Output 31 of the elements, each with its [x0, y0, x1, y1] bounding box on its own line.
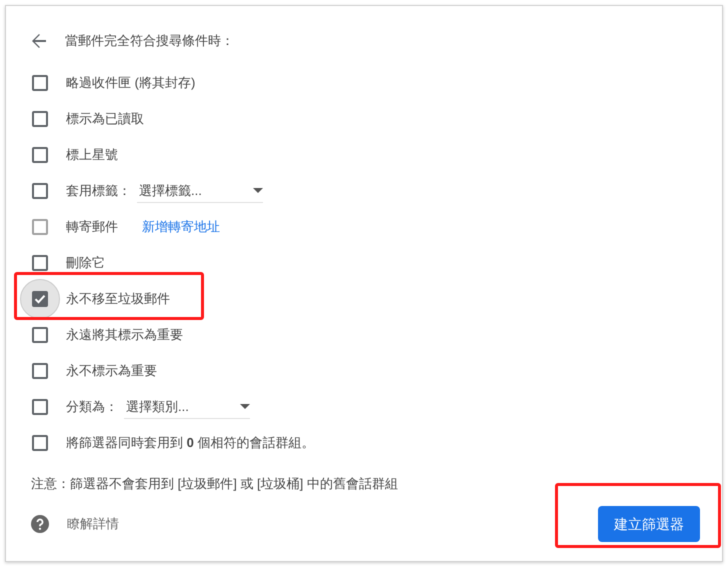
checkbox[interactable]	[32, 327, 48, 343]
option-label: 轉寄郵件	[66, 218, 118, 236]
option-label: 永不標示為重要	[66, 362, 157, 380]
option-label: 永不移至垃圾郵件	[66, 290, 170, 308]
checkbox[interactable]	[32, 147, 48, 163]
learn-more-link[interactable]: 瞭解詳情	[67, 514, 119, 534]
create-filter-button[interactable]: 建立篩選器	[598, 506, 700, 542]
checkbox[interactable]	[32, 291, 48, 307]
caret-icon	[240, 404, 250, 409]
checkbox[interactable]	[32, 363, 48, 379]
option-label: 套用標籤：	[66, 182, 131, 200]
caret-icon	[253, 188, 263, 193]
checkbox[interactable]	[32, 435, 48, 451]
option-label: 標上星號	[66, 146, 118, 164]
help-icon[interactable]	[31, 515, 49, 533]
option-label: 標示為已讀取	[66, 110, 144, 128]
checkbox[interactable]	[32, 399, 48, 415]
option-label: 將篩選器同時套用到 0 個相符的會話群組。	[66, 434, 314, 452]
header-title: 當郵件完全符合搜尋條件時：	[65, 32, 234, 50]
checkbox[interactable]	[32, 255, 48, 271]
note-text: 注意：篩選器不會套用到 [垃圾郵件] 或 [垃圾桶] 中的舊會話群組	[30, 475, 399, 493]
option-label: 刪除它	[66, 254, 105, 272]
checkbox[interactable]	[32, 111, 48, 127]
back-icon[interactable]	[31, 33, 47, 49]
checkbox[interactable]	[32, 183, 48, 199]
dropdown-field[interactable]: 選擇標籤...	[137, 179, 263, 203]
checkbox[interactable]	[32, 75, 48, 91]
option-label: 分類為：	[66, 398, 118, 416]
dropdown-field[interactable]: 選擇類別...	[124, 395, 250, 419]
option-label: 略過收件匣 (將其封存)	[66, 74, 196, 92]
option-label: 永遠將其標示為重要	[66, 326, 183, 344]
